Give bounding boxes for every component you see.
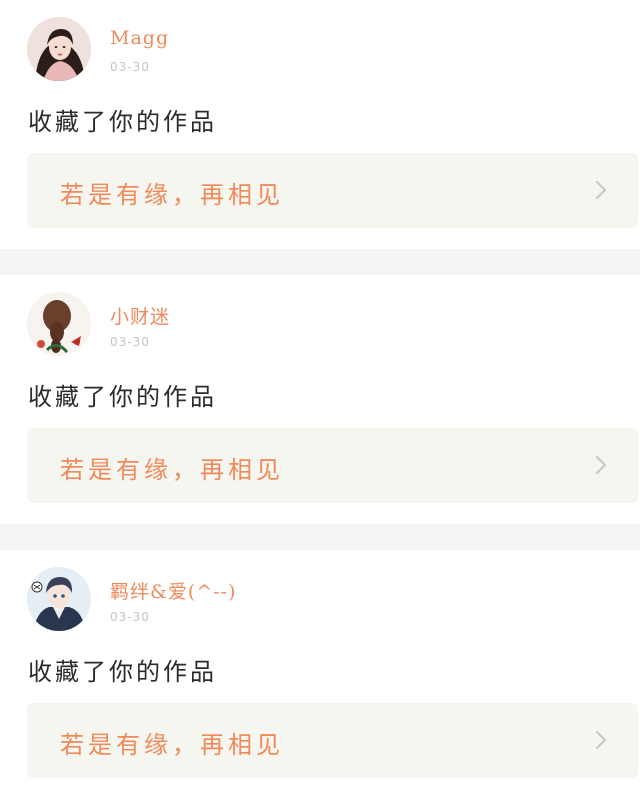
- work-link-card[interactable]: 若是有缘，再相见: [27, 153, 638, 228]
- timestamp: 03-30: [110, 335, 150, 349]
- work-link-card[interactable]: 若是有缘，再相见: [27, 428, 638, 503]
- notification-feed: Magg 03-30 收藏了你的作品 若是有缘，再相见 小财迷 03-30 收藏…: [0, 0, 640, 789]
- user-avatar[interactable]: [27, 567, 91, 631]
- work-title: 若是有缘，再相见: [60, 731, 284, 759]
- chevron-right-icon: [590, 179, 612, 201]
- user-avatar[interactable]: [27, 17, 91, 81]
- notification-item: Magg 03-30 收藏了你的作品 若是有缘，再相见: [0, 0, 640, 249]
- notification-item: 小财迷 03-30 收藏了你的作品 若是有缘，再相见: [0, 275, 640, 524]
- divider: [0, 524, 640, 550]
- username[interactable]: 小财迷: [110, 302, 170, 329]
- avatar-woman-hanfu-icon: [27, 17, 91, 81]
- username[interactable]: 羁绊&爱(^--): [110, 577, 237, 604]
- work-title: 若是有缘，再相见: [60, 181, 284, 209]
- action-text: 收藏了你的作品: [28, 108, 217, 136]
- divider: [0, 249, 640, 275]
- avatar-anime-boy-icon: [27, 567, 91, 631]
- work-title: 若是有缘，再相见: [60, 456, 284, 484]
- action-text: 收藏了你的作品: [28, 658, 217, 686]
- work-link-card[interactable]: 若是有缘，再相见: [27, 703, 638, 778]
- user-avatar[interactable]: [27, 292, 91, 356]
- chevron-right-icon: [590, 454, 612, 476]
- avatar-braided-hair-icon: [27, 292, 91, 356]
- chevron-right-icon: [590, 729, 612, 751]
- timestamp: 03-30: [110, 610, 150, 624]
- username[interactable]: Magg: [110, 27, 169, 49]
- notification-item: 羁绊&爱(^--) 03-30 收藏了你的作品 若是有缘，再相见: [0, 550, 640, 789]
- action-text: 收藏了你的作品: [28, 383, 217, 411]
- timestamp: 03-30: [110, 60, 150, 74]
